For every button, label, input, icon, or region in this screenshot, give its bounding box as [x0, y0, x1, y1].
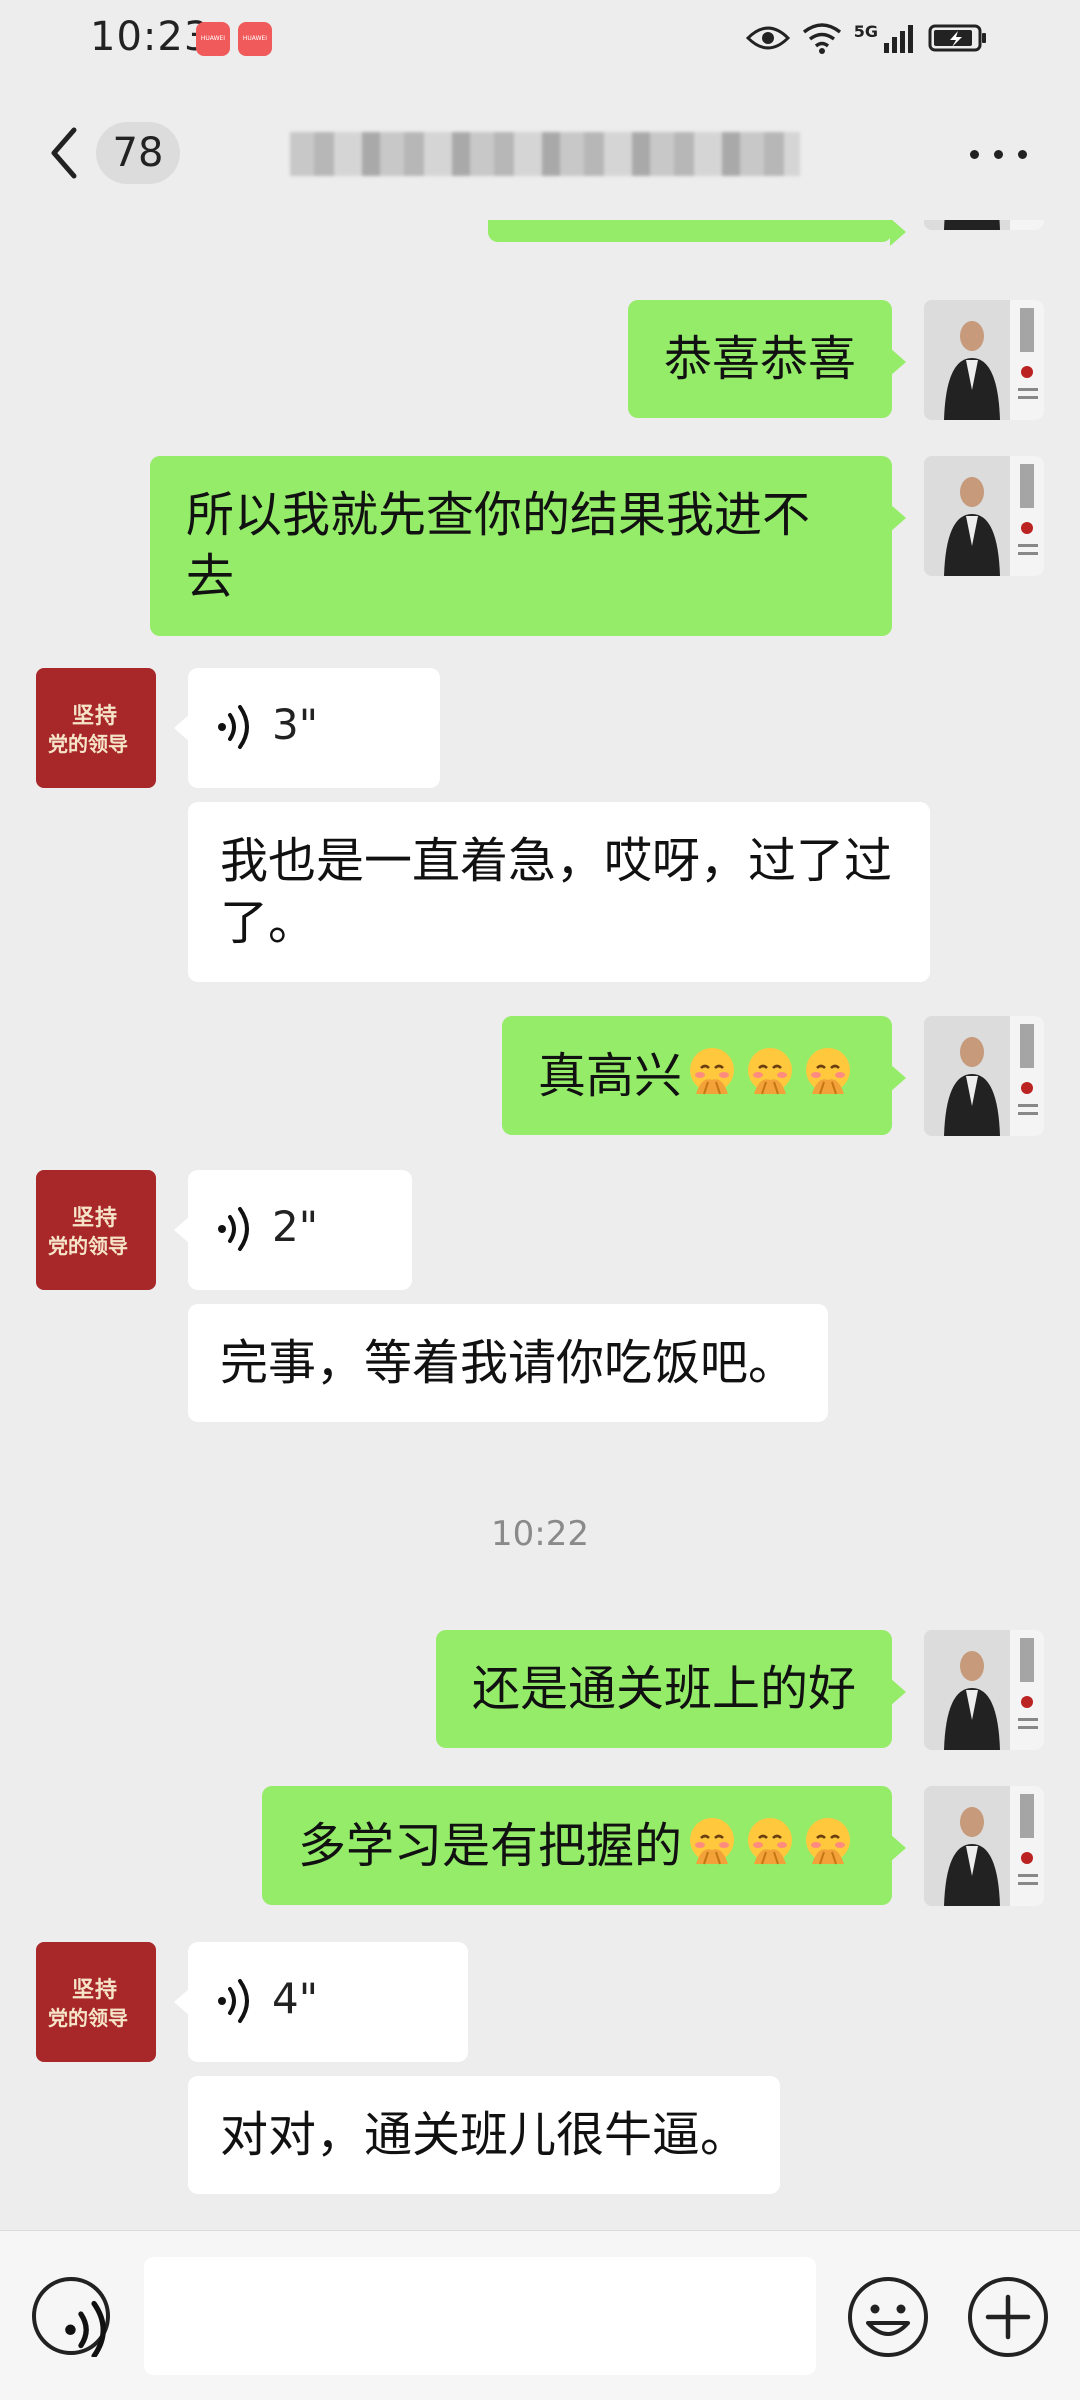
message-bubble[interactable]: 真高兴	[501, 1016, 907, 1135]
message-bubble[interactable]: 所以我就先查你的结果我进不去	[150, 456, 906, 636]
avatar-text: 坚持	[72, 1977, 119, 2003]
voice-message[interactable]: 3"	[174, 668, 440, 788]
chat-title-text	[290, 118, 800, 184]
message-input[interactable]	[144, 2257, 816, 2375]
message-row: 坚持 党的领导 3"	[0, 668, 1080, 788]
avatar-text: 党的领导	[48, 732, 128, 756]
voice-duration: 4"	[272, 1974, 319, 2023]
signal-icon	[884, 25, 913, 53]
time-separator: 10:22	[491, 1514, 589, 1554]
voice-message[interactable]: 2"	[174, 1170, 412, 1290]
avatar-text: 坚持	[72, 1205, 119, 1231]
shy-face-emoji	[684, 1814, 740, 1870]
message-row	[0, 220, 1080, 280]
avatar-text: 坚持	[72, 703, 119, 729]
message-bubble-partial[interactable]	[488, 220, 906, 246]
wifi-icon	[802, 23, 841, 54]
emoji-icon[interactable]	[846, 2275, 930, 2359]
plus-icon[interactable]	[966, 2275, 1050, 2359]
app-notification-icon: HUAWEI	[238, 22, 272, 56]
my-avatar[interactable]	[924, 1630, 1044, 1750]
message-row: 坚持 党的领导 2"	[0, 1170, 1080, 1290]
message-row: 我也是一直着急，哎呀，过了过了。	[0, 802, 1080, 982]
chat-title	[290, 118, 800, 184]
my-avatar[interactable]	[924, 456, 1044, 576]
contact-avatar[interactable]: 坚持 党的领导	[36, 1170, 156, 1290]
voice-duration: 3"	[272, 700, 319, 749]
avatar-text: 党的领导	[48, 1234, 128, 1258]
shy-face-emoji	[742, 1044, 798, 1100]
message-bubble[interactable]: 多学习是有把握的	[261, 1786, 907, 1905]
message-text: 多学习是有把握的	[297, 1818, 682, 1874]
eye-icon	[745, 26, 790, 50]
voice-message[interactable]: 4"	[174, 1942, 468, 2062]
status-time: 10:23	[90, 14, 211, 60]
message-row: 恭喜恭喜	[0, 300, 1080, 420]
message-row: 完事，等着我请你吃饭吧。	[0, 1304, 1080, 1424]
message-text: 真高兴	[537, 1048, 682, 1104]
contact-avatar[interactable]: 坚持 党的领导	[36, 668, 156, 788]
message-row: 真高兴	[0, 1016, 1080, 1136]
status-bar: 10:23 HUAWEI HUAWEI 5G	[0, 0, 1080, 78]
battery-charging-icon	[928, 24, 986, 52]
message-bubble[interactable]: 对对，通关班儿很牛逼。	[188, 2076, 781, 2194]
my-avatar[interactable]	[924, 1016, 1044, 1136]
message-row: 坚持 党的领导 4"	[0, 1942, 1080, 2062]
voice-duration: 2"	[272, 1202, 319, 1251]
shy-face-emoji	[742, 1814, 798, 1870]
shy-face-emoji	[800, 1814, 856, 1870]
status-icons: 5G	[745, 18, 988, 58]
message-bubble[interactable]: 恭喜恭喜	[627, 300, 907, 418]
my-avatar[interactable]	[924, 300, 1044, 420]
message-row: 对对，通关班儿很牛逼。	[0, 2076, 1080, 2196]
app-notification-icon: HUAWEI	[196, 22, 230, 56]
avatar-text: 党的领导	[48, 2006, 128, 2030]
voice-wave-icon	[216, 1204, 256, 1254]
voice-wave-icon	[216, 1976, 256, 2026]
message-row: 所以我就先查你的结果我进不去	[0, 456, 1080, 636]
chat-screen: 10:23 HUAWEI HUAWEI 5G 78 恭喜恭喜 所以我就先查你的结…	[0, 0, 1080, 2400]
message-bubble[interactable]: 还是通关班上的好	[435, 1630, 907, 1748]
message-bubble[interactable]: 我也是一直着急，哎呀，过了过了。	[188, 802, 930, 982]
network-label: 5G	[853, 21, 878, 41]
chevron-left-icon[interactable]	[40, 118, 90, 188]
more-dots-icon[interactable]	[966, 138, 1030, 168]
message-row: 还是通关班上的好	[0, 1630, 1080, 1750]
message-row: 多学习是有把握的	[0, 1786, 1080, 1906]
input-bar	[0, 2230, 1080, 2400]
shy-face-emoji	[684, 1044, 740, 1100]
message-list[interactable]: 恭喜恭喜 所以我就先查你的结果我进不去 坚持 党的领导 3" 我也是一直着急，哎…	[0, 220, 1080, 2230]
my-avatar[interactable]	[924, 1786, 1044, 1906]
voice-mode-icon[interactable]	[30, 2275, 112, 2357]
shy-face-emoji	[800, 1044, 856, 1100]
voice-wave-icon	[216, 702, 256, 752]
unread-count-badge[interactable]: 78	[96, 122, 180, 184]
chat-header: 78	[0, 78, 1080, 220]
contact-avatar[interactable]: 坚持 党的领导	[36, 1942, 156, 2062]
message-bubble[interactable]: 完事，等着我请你吃饭吧。	[188, 1304, 829, 1422]
my-avatar[interactable]	[924, 220, 1044, 230]
